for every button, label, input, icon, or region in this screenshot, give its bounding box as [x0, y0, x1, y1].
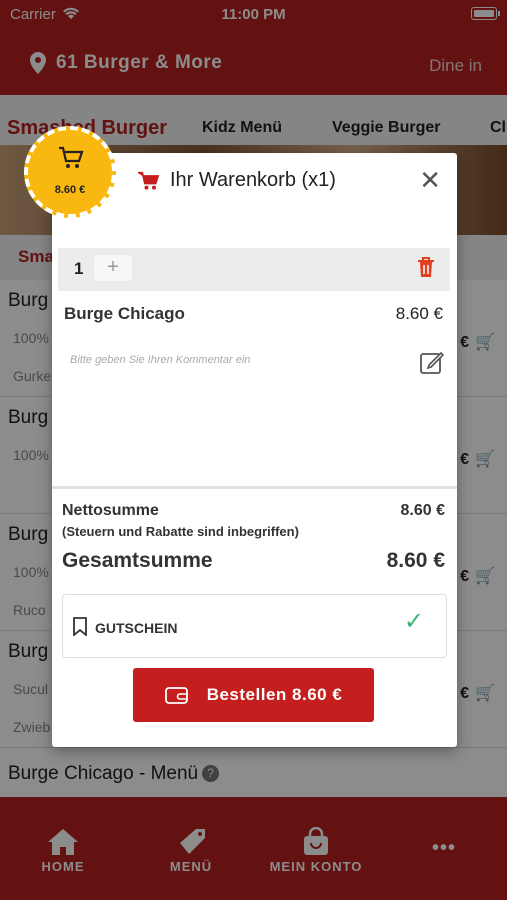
divider [52, 486, 457, 489]
cart-badge-total: 8.60 € [54, 184, 86, 196]
cart-title: Ihr Warenkorb (x1) [138, 169, 336, 192]
order-button[interactable]: Bestellen 8.60 € [133, 668, 374, 722]
order-button-label: Bestellen 8.60 € [206, 685, 343, 704]
increment-button[interactable]: + [94, 255, 132, 281]
voucher-label: GUTSCHEIN [95, 620, 178, 636]
voucher-field[interactable]: GUTSCHEIN ✓ [62, 594, 447, 658]
grand-total-label: Gesamtsumme [62, 549, 213, 572]
cart-item-price: 8.60 € [395, 304, 443, 323]
close-icon[interactable]: ✕ [419, 165, 441, 196]
quantity-bar: 1 + [58, 248, 450, 291]
cart-modal: Ihr Warenkorb (x1) ✕ 1 + Burge Chicago 8… [52, 153, 457, 747]
cart-title-text: Ihr Warenkorb (x1) [170, 169, 336, 191]
net-total-value: 8.60 € [400, 502, 445, 519]
bookmark-icon [73, 617, 87, 636]
net-total-label: Nettosumme [62, 502, 159, 519]
wallet-icon [164, 687, 188, 704]
grand-total-value: 8.60 € [386, 549, 445, 572]
cart-badge[interactable]: 8.60 € [24, 126, 116, 218]
cart-item-name: Burge Chicago [64, 304, 185, 323]
tax-note: (Steuern und Rabatte sind inbegriffen) [62, 524, 299, 539]
comment-input[interactable]: Bitte geben Sie Ihren Kommentar ein [70, 354, 250, 366]
edit-icon[interactable] [419, 349, 445, 380]
check-icon[interactable]: ✓ [404, 607, 424, 636]
cart-icon [138, 171, 160, 190]
cart-icon [59, 146, 84, 168]
trash-icon[interactable] [416, 256, 436, 283]
quantity-value: 1 [74, 259, 84, 278]
